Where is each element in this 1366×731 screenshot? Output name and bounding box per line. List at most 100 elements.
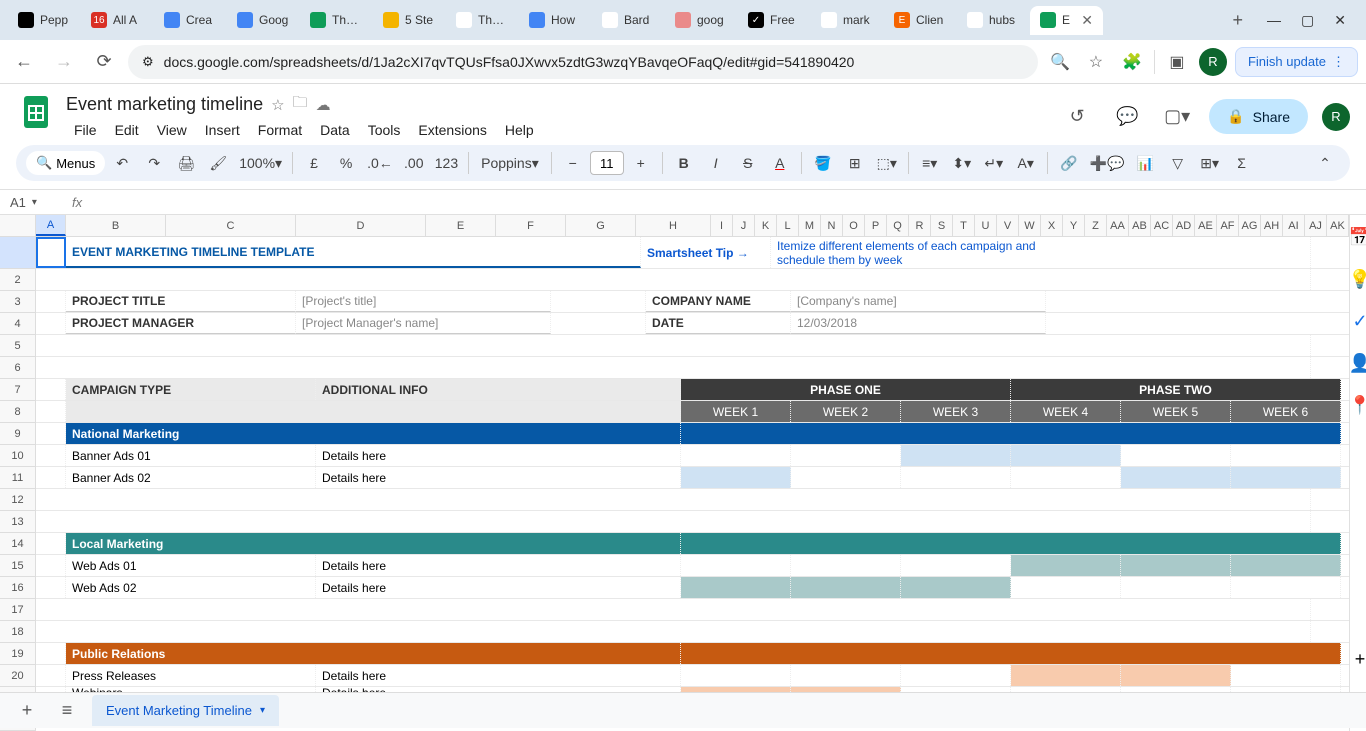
menu-data[interactable]: Data bbox=[312, 119, 358, 141]
col-header-S[interactable]: S bbox=[931, 215, 953, 236]
col-header-P[interactable]: P bbox=[865, 215, 887, 236]
menu-view[interactable]: View bbox=[149, 119, 195, 141]
col-header-H[interactable]: H bbox=[636, 215, 711, 236]
functions-button[interactable]: Σ bbox=[1227, 148, 1257, 178]
menu-help[interactable]: Help bbox=[497, 119, 542, 141]
col-header-AG[interactable]: AG bbox=[1239, 215, 1261, 236]
row-header[interactable]: 3 bbox=[0, 291, 36, 313]
browser-tab[interactable]: Gmark bbox=[811, 6, 884, 35]
wrap-button[interactable]: ↵▾ bbox=[979, 148, 1009, 178]
company-value[interactable]: [Company's name] bbox=[791, 291, 1046, 312]
col-header-C[interactable]: C bbox=[166, 215, 296, 236]
col-header-I[interactable]: I bbox=[711, 215, 733, 236]
comment-button[interactable]: ➕💬 bbox=[1086, 148, 1129, 178]
browser-tab[interactable]: Pepp bbox=[8, 6, 81, 35]
strike-button[interactable]: S bbox=[733, 148, 763, 178]
col-header-R[interactable]: R bbox=[909, 215, 931, 236]
browser-tab[interactable]: ✓Free bbox=[738, 6, 811, 35]
browser-tab[interactable]: goog bbox=[665, 6, 738, 35]
new-tab-button[interactable]: + bbox=[1221, 10, 1256, 31]
col-header-AH[interactable]: AH bbox=[1261, 215, 1283, 236]
col-header-AA[interactable]: AA bbox=[1107, 215, 1129, 236]
link-button[interactable]: 🔗 bbox=[1054, 148, 1084, 178]
collapse-toolbar-button[interactable]: ⌃ bbox=[1310, 148, 1340, 178]
row-header[interactable]: 12 bbox=[0, 489, 36, 511]
col-header-Z[interactable]: Z bbox=[1085, 215, 1107, 236]
col-header-F[interactable]: F bbox=[496, 215, 566, 236]
browser-tab[interactable]: Goog bbox=[227, 6, 300, 35]
format-123-button[interactable]: 123 bbox=[431, 148, 462, 178]
contacts-icon[interactable]: 👤 bbox=[1350, 353, 1366, 373]
menu-insert[interactable]: Insert bbox=[197, 119, 248, 141]
date-value[interactable]: 12/03/2018 bbox=[791, 313, 1046, 334]
browser-tab[interactable]: EClien bbox=[884, 6, 957, 35]
browser-tab[interactable]: 16All A bbox=[81, 6, 154, 35]
col-header-W[interactable]: W bbox=[1019, 215, 1041, 236]
forward-button[interactable]: → bbox=[48, 46, 80, 78]
browser-tab[interactable]: E✕ bbox=[1030, 6, 1103, 35]
currency-button[interactable]: £ bbox=[299, 148, 329, 178]
sheet-grid[interactable]: EVENT MARKETING TIMELINE TEMPLATESmartsh… bbox=[36, 237, 1349, 731]
col-header-J[interactable]: J bbox=[733, 215, 755, 236]
row-header[interactable] bbox=[0, 237, 36, 269]
col-header-AI[interactable]: AI bbox=[1283, 215, 1305, 236]
col-header-E[interactable]: E bbox=[426, 215, 496, 236]
row-header[interactable]: 17 bbox=[0, 599, 36, 621]
col-header-Q[interactable]: Q bbox=[887, 215, 909, 236]
row-header[interactable]: 8 bbox=[0, 401, 36, 423]
chart-button[interactable]: 📊 bbox=[1131, 148, 1161, 178]
project-title-value[interactable]: [Project's title] bbox=[296, 291, 551, 312]
doc-title[interactable]: Event marketing timeline bbox=[66, 94, 263, 115]
row-header[interactable]: 5 bbox=[0, 335, 36, 357]
all-sheets-button[interactable]: ≡ bbox=[52, 696, 82, 726]
menu-edit[interactable]: Edit bbox=[107, 119, 147, 141]
filter-button[interactable]: ▽ bbox=[1163, 148, 1193, 178]
row-header[interactable]: 2 bbox=[0, 269, 36, 291]
col-header-V[interactable]: V bbox=[997, 215, 1019, 236]
col-header-AC[interactable]: AC bbox=[1151, 215, 1173, 236]
col-header-G[interactable]: G bbox=[566, 215, 636, 236]
cloud-icon[interactable]: ☁ bbox=[316, 96, 331, 114]
add-sheet-button[interactable]: + bbox=[12, 696, 42, 726]
name-box[interactable]: A1 ▾ bbox=[10, 195, 62, 210]
menu-format[interactable]: Format bbox=[250, 119, 310, 141]
col-header-AK[interactable]: AK bbox=[1327, 215, 1349, 236]
increase-decimal-button[interactable]: .00 bbox=[399, 148, 429, 178]
col-header-B[interactable]: B bbox=[66, 215, 166, 236]
browser-tab[interactable]: The T bbox=[446, 6, 519, 35]
calendar-icon[interactable]: 📅 bbox=[1350, 227, 1366, 247]
filterviews-button[interactable]: ⊞▾ bbox=[1195, 148, 1225, 178]
add-sidepanel-icon[interactable]: + bbox=[1350, 649, 1366, 669]
bold-button[interactable]: B bbox=[669, 148, 699, 178]
zoom-icon[interactable]: 🔍 bbox=[1046, 48, 1074, 76]
menu-tools[interactable]: Tools bbox=[360, 119, 409, 141]
row-header[interactable]: 16 bbox=[0, 577, 36, 599]
share-button[interactable]: 🔒 Share bbox=[1209, 99, 1308, 134]
close-window-button[interactable]: ✕ bbox=[1334, 12, 1346, 29]
row-header[interactable]: 20 bbox=[0, 665, 36, 687]
row-header[interactable]: 4 bbox=[0, 313, 36, 335]
profile-avatar[interactable]: R bbox=[1199, 48, 1227, 76]
comments-icon[interactable]: 💬 bbox=[1109, 99, 1145, 135]
col-header-X[interactable]: X bbox=[1041, 215, 1063, 236]
col-header-D[interactable]: D bbox=[296, 215, 426, 236]
row-header[interactable]: 18 bbox=[0, 621, 36, 643]
finish-update-button[interactable]: Finish update⋮ bbox=[1235, 47, 1358, 77]
row-header[interactable]: 9 bbox=[0, 423, 36, 445]
col-header-AE[interactable]: AE bbox=[1195, 215, 1217, 236]
increase-fontsize-button[interactable]: + bbox=[626, 148, 656, 178]
extensions-icon[interactable]: 🧩 bbox=[1118, 48, 1146, 76]
pm-value[interactable]: [Project Manager's name] bbox=[296, 313, 551, 334]
fontsize-input[interactable]: 11 bbox=[590, 151, 624, 175]
row-header[interactable]: 19 bbox=[0, 643, 36, 665]
col-header-AJ[interactable]: AJ bbox=[1305, 215, 1327, 236]
maps-icon[interactable]: 📍 bbox=[1350, 395, 1366, 415]
row-header[interactable]: 10 bbox=[0, 445, 36, 467]
decrease-fontsize-button[interactable]: − bbox=[558, 148, 588, 178]
smartsheet-tip-link[interactable]: Smartsheet Tip → bbox=[641, 237, 771, 268]
site-info-icon[interactable]: ⚙ bbox=[142, 54, 154, 70]
col-header-T[interactable]: T bbox=[953, 215, 975, 236]
decrease-decimal-button[interactable]: .0← bbox=[363, 148, 397, 178]
tab-close-icon[interactable]: ✕ bbox=[1081, 12, 1093, 29]
menu-extensions[interactable]: Extensions bbox=[410, 119, 494, 141]
